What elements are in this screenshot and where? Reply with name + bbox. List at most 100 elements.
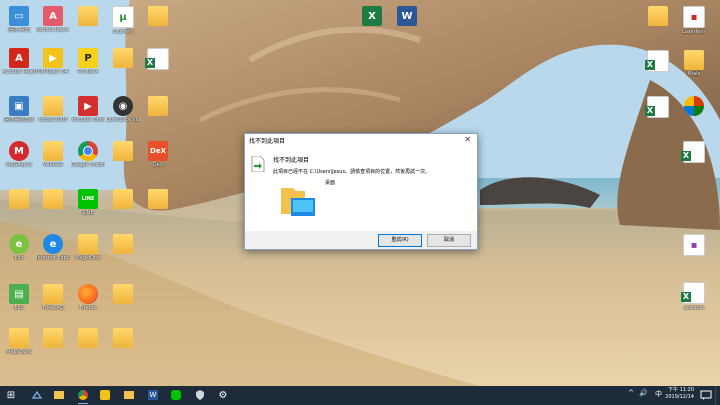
desktop-icon-utorrent[interactable]: µ uTorrent (106, 6, 140, 35)
ime-indicator[interactable]: 中 (655, 389, 662, 399)
chrome-icon (78, 141, 98, 161)
desktop-icon-excel-d[interactable] (641, 96, 675, 119)
folder-icon (148, 189, 168, 209)
desktop-icon-line[interactable]: LINE LINE (71, 189, 105, 216)
folder-icon (148, 6, 168, 26)
mega-icon: M (9, 141, 29, 161)
icon-label: MegaSync (6, 349, 32, 355)
excel-icon: X (362, 6, 382, 26)
desktop-icon-folder-d[interactable] (36, 328, 70, 349)
tray-overflow-icon[interactable]: ^ (628, 389, 634, 397)
desktop-icon-pcmanx[interactable]: P PCManX (71, 48, 105, 75)
desktop-icon-folder-k[interactable] (106, 284, 140, 305)
dialog-titlebar[interactable]: 找不到此項目 ✕ (245, 134, 477, 148)
desktop-icon-folder-f[interactable] (71, 328, 105, 349)
taskbar-security[interactable] (193, 388, 207, 402)
desktop-icon-chrome[interactable]: Google Chrome (71, 141, 105, 168)
desktop-icon-folder-a[interactable] (2, 189, 36, 210)
desktop-icon-laserlens[interactable]: ▪ Laserlens (677, 6, 711, 35)
desktop-icon-mega[interactable]: M MEGAsync (2, 141, 36, 168)
rdp-icon: ▣ (9, 96, 29, 116)
desktop-icon-folder-e[interactable] (71, 6, 105, 27)
desktop-icon-folder-l[interactable] (106, 328, 140, 349)
desktop-icon-winrar[interactable]: WinRAR (36, 141, 70, 168)
folder-icon (113, 189, 133, 209)
taskbar-folder[interactable] (122, 388, 136, 402)
cortana-button[interactable] (30, 388, 44, 402)
utorrent-icon: µ (112, 6, 134, 28)
desktop-icon-mialo[interactable]: Mialo (677, 50, 711, 77)
cancel-button[interactable]: 取消 (427, 234, 471, 247)
taskbar-potplayer[interactable] (98, 388, 112, 402)
desktop-icon-excel-a[interactable] (141, 48, 175, 71)
desktop-icon-rdp[interactable]: ▣ 遠端桌面連線 (2, 96, 36, 123)
icon-label: MEGAsync (5, 162, 33, 168)
clock[interactable]: 下午 11:20 2019/12/14 (665, 387, 694, 401)
desktop-icon-excel-e[interactable] (677, 141, 711, 164)
desktop-icon-folder-p[interactable] (641, 6, 675, 27)
desktop-icon-folder-m[interactable] (141, 6, 175, 27)
excel-file-icon (645, 50, 669, 72)
desktop-icon-dex[interactable]: DeX DeX (141, 141, 175, 168)
desktop-icon-excel-c[interactable] (641, 50, 675, 73)
desktop-icon-folder-g[interactable] (106, 48, 140, 69)
icon-label: uTorrent (112, 29, 134, 35)
dex-icon: DeX (148, 141, 168, 161)
desktop-icon-practice[interactable]: practice (677, 282, 711, 311)
icon-label: 遠端桌面連線 (3, 117, 34, 123)
desktop-icon-doc-b[interactable]: ▪ (677, 234, 711, 257)
folder-icon (78, 328, 98, 348)
taskbar-word[interactable]: W (146, 388, 160, 402)
folder-icon (78, 234, 98, 254)
desktop-icon-remote-desktop[interactable]: ▭ 遠端-桌面 (2, 6, 36, 33)
desktop-icon-word[interactable]: W (390, 6, 424, 27)
icon-label: WinRAR (43, 162, 63, 168)
desktop-icon-folder-j[interactable] (106, 234, 140, 255)
desktop-icon-folder-h[interactable] (106, 141, 140, 162)
taskbar-line[interactable] (169, 388, 183, 402)
desktop-icon-ie[interactable]: e Internet Explorer (36, 234, 70, 261)
ello-icon: e (9, 234, 29, 254)
acrobat-icon: A (9, 48, 29, 68)
desktop-icon-firefox[interactable]: Firefox (71, 284, 105, 311)
show-desktop-button[interactable] (715, 386, 720, 405)
potplayer-icon: ▶ (43, 48, 63, 68)
desktop-icon-magicdisc[interactable]: MagicDisc (71, 234, 105, 261)
app-icon: ▤ (9, 284, 29, 304)
desktop-icon-acrobat[interactable]: A Acrobat Reader DC (2, 48, 36, 75)
desktop-icon-folder-i[interactable] (106, 189, 140, 210)
taskbar-chrome[interactable] (76, 388, 90, 404)
volume-icon[interactable]: 🔊 (639, 389, 648, 397)
desktop-icon-activecleans[interactable]: A ActiveCleans... (36, 6, 70, 33)
excel-file-icon (681, 141, 705, 163)
desktop-icon-youtube-dl[interactable]: ▶ YouTube Downloader (71, 96, 105, 123)
internet-explorer-icon: e (43, 234, 63, 254)
close-icon[interactable]: ✕ (464, 135, 471, 144)
taskbar-settings[interactable]: ⚙ (216, 388, 230, 402)
desktop-icon-excel-b[interactable]: X (355, 6, 389, 27)
folder-icon (684, 50, 704, 70)
start-button[interactable]: ⊞ (4, 388, 18, 402)
desktop-icon-folder-n[interactable] (141, 96, 175, 117)
folder-icon (9, 189, 29, 209)
desktop-icon-potplayer[interactable]: ▶ PotPlayer 64 bit (36, 48, 70, 75)
desktop-icon-app-c[interactable] (677, 96, 711, 117)
folder-icon (113, 328, 133, 348)
cleaner-icon: A (43, 6, 63, 26)
desktop-icon-freecad[interactable]: FreeCAD (36, 284, 70, 311)
desktop-icon-folder-c[interactable] (36, 189, 70, 210)
desktop-icon-folder-b[interactable]: MegaSync (2, 328, 36, 355)
folder-icon (113, 141, 133, 161)
taskbar-explorer[interactable] (52, 388, 66, 402)
pcmanx-icon: P (78, 48, 98, 68)
desktop-icon-folder-o[interactable] (141, 189, 175, 210)
desktop-icon-ello[interactable]: e Ello (2, 234, 36, 261)
notification-icon[interactable] (700, 389, 712, 401)
desktop-icon-openshot[interactable]: ◉ OpenShot Video Editor (106, 96, 140, 123)
icon-label: foobar2000 (38, 117, 68, 123)
retry-button[interactable]: 重試(R) (378, 234, 422, 247)
clock-time: 下午 11:20 (668, 387, 694, 393)
desktop-icon-foobar[interactable]: foobar2000 (36, 96, 70, 123)
shield-icon (196, 390, 204, 400)
desktop-icon-app-b[interactable]: ▤ Ello (2, 284, 36, 311)
